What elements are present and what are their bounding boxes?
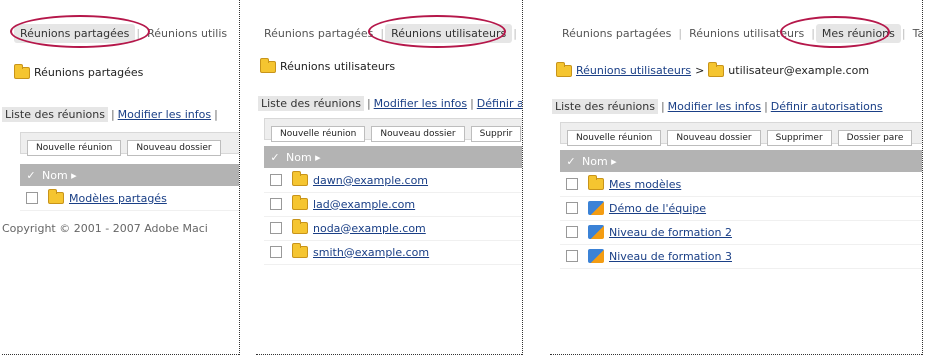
folder-icon	[292, 243, 308, 258]
table-row: Modèles partagés	[20, 186, 239, 211]
folder-icon	[292, 171, 308, 186]
row-link[interactable]: dawn@example.com	[313, 174, 428, 187]
breadcrumb: Réunions utilisateurs	[260, 57, 396, 73]
folder-icon	[556, 61, 572, 77]
folder-icon	[48, 189, 64, 204]
select-all-check-icon[interactable]: ✓	[20, 169, 42, 182]
select-all-check-icon[interactable]: ✓	[264, 151, 286, 164]
meeting-icon	[588, 225, 604, 239]
new-folder-button[interactable]: Nouveau dossier	[127, 140, 221, 156]
edit-info-link[interactable]: Modifier les infos	[118, 108, 211, 121]
row-checkbox[interactable]	[566, 250, 578, 262]
breadcrumb-current: Réunions utilisateurs	[280, 60, 396, 73]
new-meeting-button[interactable]: Nouvelle réunion	[567, 130, 662, 146]
row-checkbox[interactable]	[26, 192, 38, 204]
table-header: ✓ Nom ▸	[20, 164, 239, 186]
breadcrumb-current: Réunions partagées	[34, 66, 144, 79]
meeting-list-link[interactable]: Liste des réunions	[258, 96, 364, 111]
breadcrumb-current: utilisateur@example.com	[728, 64, 870, 77]
panel-divider	[239, 0, 240, 355]
tab-shared-meetings[interactable]: Réunions partagées	[556, 24, 677, 43]
panel-bottom-border	[256, 354, 522, 355]
folder-icon	[260, 57, 276, 73]
panel-my-meetings: Réunions partagées | Réunions utilisateurs…	[548, 0, 922, 355]
highlight-ellipse	[368, 15, 506, 48]
action-links: Liste des réunions | Modifier les infos | Dé…	[552, 99, 883, 114]
table-row: Niveau de formation 2	[560, 220, 922, 245]
name-column-header[interactable]: Nom ▸	[286, 151, 321, 164]
row-checkbox[interactable]	[566, 226, 578, 238]
meeting-icon	[588, 201, 604, 215]
new-meeting-button[interactable]: Nouvelle réunion	[27, 140, 122, 156]
row-link[interactable]: Démo de l'équipe	[609, 202, 706, 215]
row-checkbox[interactable]	[270, 174, 282, 186]
edit-info-link[interactable]: Modifier les infos	[668, 100, 761, 113]
folder-icon	[14, 63, 30, 79]
parent-folder-button[interactable]: Dossier pare	[837, 130, 913, 146]
panel-bottom-border	[2, 354, 239, 355]
breadcrumb: Réunions utilisateurs > utilisateur@exam…	[556, 61, 870, 77]
button-bar: Nouvelle réunion Nouveau dossier	[20, 132, 239, 156]
copyright: Copyright © 2001 - 2007 Adobe Maci	[2, 222, 208, 235]
panel-divider	[922, 0, 923, 355]
table-header: ✓ Nom ▸	[264, 146, 522, 168]
row-checkbox[interactable]	[270, 246, 282, 258]
meeting-list-link[interactable]: Liste des réunions	[2, 107, 108, 122]
button-bar: Nouvelle réunion Nouveau dossier Supprir	[264, 118, 522, 142]
action-links: Liste des réunions | Modifier les infos | Dé…	[258, 96, 522, 111]
row-link[interactable]: Niveau de formation 3	[609, 250, 732, 263]
folder-icon	[292, 195, 308, 210]
row-checkbox[interactable]	[566, 178, 578, 190]
button-bar: Nouvelle réunion Nouveau dossier Supprimer…	[560, 122, 922, 146]
new-folder-button[interactable]: Nouveau dossier	[371, 126, 465, 142]
row-link[interactable]: smith@example.com	[313, 246, 429, 259]
highlight-ellipse	[10, 15, 150, 48]
panel-bottom-border	[550, 354, 922, 355]
table-row: Niveau de formation 3	[560, 244, 922, 269]
breadcrumb-link[interactable]: Réunions utilisateurs	[576, 64, 691, 77]
select-all-check-icon[interactable]: ✓	[560, 155, 582, 168]
folder-icon	[292, 219, 308, 234]
tab-shared-meetings[interactable]: Réunions partagées	[258, 24, 379, 43]
panel-user-meetings: Réunions partagées | Réunions utilisateurs…	[254, 0, 522, 355]
meeting-icon	[588, 249, 604, 263]
row-checkbox[interactable]	[270, 198, 282, 210]
folder-icon	[588, 175, 604, 190]
row-link[interactable]: Mes modèles	[609, 178, 681, 191]
name-column-header[interactable]: Nom ▸	[42, 169, 77, 182]
table-row: Mes modèles	[560, 172, 922, 197]
row-checkbox[interactable]	[270, 222, 282, 234]
highlight-ellipse	[780, 16, 890, 48]
row-checkbox[interactable]	[566, 202, 578, 214]
panel-divider	[522, 0, 523, 355]
table-header: ✓ Nom ▸	[560, 150, 922, 172]
edit-info-link[interactable]: Modifier les infos	[374, 97, 467, 110]
action-links: Liste des réunions | Modifier les infos |	[2, 107, 221, 122]
row-link[interactable]: Modèles partagés	[69, 192, 167, 205]
new-folder-button[interactable]: Nouveau dossier	[667, 130, 761, 146]
folder-icon	[708, 61, 725, 77]
row-link[interactable]: Niveau de formation 2	[609, 226, 732, 239]
delete-button[interactable]: Supprimer	[766, 130, 832, 146]
panel-shared-meetings: Réunions partagées | Réunions utilis Réuni…	[0, 0, 239, 355]
set-permissions-link[interactable]: Définir autorisations	[771, 100, 883, 113]
delete-button[interactable]: Supprir	[470, 126, 522, 142]
meeting-list-link[interactable]: Liste des réunions	[552, 99, 658, 114]
table-row: noda@example.com	[264, 216, 522, 241]
breadcrumb: Réunions partagées	[14, 63, 144, 79]
table-row: Démo de l'équipe	[560, 196, 922, 221]
table-row: dawn@example.com	[264, 168, 522, 193]
row-link[interactable]: noda@example.com	[313, 222, 426, 235]
table-row: lad@example.com	[264, 192, 522, 217]
set-permissions-link[interactable]: Définir auto	[477, 97, 522, 110]
name-column-header[interactable]: Nom ▸	[582, 155, 617, 168]
row-link[interactable]: lad@example.com	[313, 198, 415, 211]
new-meeting-button[interactable]: Nouvelle réunion	[271, 126, 366, 142]
table-row: smith@example.com	[264, 240, 522, 265]
tab-templates[interactable]: Tab	[907, 24, 922, 43]
breadcrumb-separator: >	[695, 64, 705, 77]
tab-user-meetings[interactable]: Réunions utilis	[141, 24, 233, 43]
